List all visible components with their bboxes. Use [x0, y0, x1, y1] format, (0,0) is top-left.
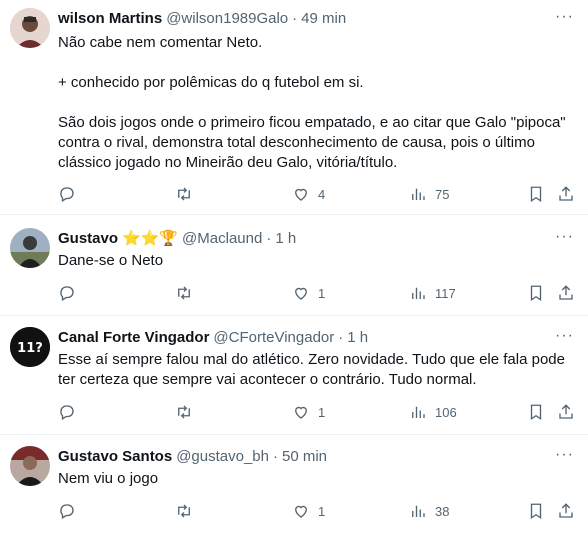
share-icon [559, 285, 573, 300]
author-name[interactable]: wilson Martins [58, 10, 162, 27]
tweet-text: Esse aí sempre falou mal do atlético. Ze… [58, 351, 570, 388]
reply-icon [60, 405, 74, 420]
reply-button[interactable] [58, 401, 84, 423]
views-count: 106 [435, 404, 457, 420]
reply-button[interactable] [58, 183, 84, 205]
bookmark-button[interactable] [527, 500, 545, 522]
separator-dot: · [273, 448, 278, 465]
views-count: 38 [435, 503, 450, 519]
views-count: 75 [435, 186, 450, 202]
views-button[interactable]: 106 [409, 401, 457, 423]
more-icon[interactable]: ··· [555, 445, 574, 465]
heart-icon [295, 287, 307, 300]
retweet-button[interactable] [175, 282, 201, 304]
avatar[interactable] [10, 446, 50, 486]
bookmark-button[interactable] [527, 183, 545, 205]
share-icon [559, 503, 573, 518]
timestamp[interactable]: 1 h [347, 329, 368, 346]
share-button[interactable] [557, 401, 575, 423]
author-name[interactable]: Gustavo [58, 230, 118, 247]
bookmark-icon [530, 404, 542, 421]
like-button[interactable]: 4 [292, 183, 325, 205]
avatar[interactable] [10, 228, 50, 268]
retweet-button[interactable] [175, 500, 201, 522]
heart-icon [295, 406, 307, 419]
author-name[interactable]: Gustavo Santos [58, 448, 172, 465]
reply-button[interactable] [58, 500, 84, 522]
bookmark-button[interactable] [527, 282, 545, 304]
like-button[interactable]: 1 [292, 500, 325, 522]
heart-icon [295, 505, 307, 518]
tweet-header: Gustavo Santos @gustavo_bh · 50 min [58, 447, 327, 467]
tweet-header: Gustavo ⭐⭐🏆 @Maclaund · 1 h [58, 229, 296, 249]
tweet-actions: 1 106 [0, 401, 588, 423]
views-button[interactable]: 117 [409, 282, 456, 304]
like-button[interactable]: 1 [292, 282, 325, 304]
tweet-header: wilson Martins @wilson1989Galo · 49 min [58, 9, 346, 29]
views-button[interactable]: 38 [409, 500, 449, 522]
tweet-text: Não cabe nem comentar Neto. + conhecido … [58, 34, 566, 171]
retweet-icon [178, 187, 190, 201]
tweet[interactable]: 11? Canal Forte Vingador @CForteVingador ·… [0, 317, 588, 435]
retweet-button[interactable] [175, 183, 201, 205]
share-button[interactable] [557, 183, 575, 205]
retweet-icon [178, 405, 190, 419]
svg-text:11?: 11? [17, 341, 43, 356]
tweet-text: Dane-se o Neto [58, 252, 164, 269]
author-handle[interactable]: @wilson1989Galo [166, 10, 288, 27]
tweet-header: Canal Forte Vingador @CForteVingador · 1 h [58, 328, 368, 348]
avatar[interactable]: 11? [10, 327, 50, 367]
tweet[interactable]: Gustavo Santos @gustavo_bh · 50 min ··· Nem… [0, 436, 588, 533]
tweet-text: Nem viu o jogo [58, 470, 159, 487]
retweet-icon [178, 504, 190, 518]
heart-icon [295, 188, 307, 201]
separator-dot: · [292, 10, 298, 27]
reply-icon [60, 504, 74, 519]
share-button[interactable] [557, 282, 575, 304]
name-emojis: ⭐⭐🏆 [122, 230, 179, 247]
views-icon [412, 287, 425, 299]
more-icon[interactable]: ··· [555, 227, 574, 247]
share-button[interactable] [557, 500, 575, 522]
tweet[interactable]: Gustavo ⭐⭐🏆 @Maclaund · 1 h ··· Dane-se o Ne… [0, 216, 588, 316]
like-count: 1 [318, 285, 326, 301]
timestamp[interactable]: 49 min [301, 10, 346, 27]
views-icon [412, 406, 425, 418]
tweet-actions: 1 117 [0, 282, 588, 304]
reply-icon [60, 286, 74, 301]
views-button[interactable]: 75 [409, 183, 449, 205]
reply-icon [60, 187, 74, 202]
tweet-actions: 1 38 [0, 500, 588, 522]
bookmark-button[interactable] [527, 401, 545, 423]
reply-button[interactable] [58, 282, 84, 304]
avatar[interactable] [10, 8, 50, 48]
author-handle[interactable]: @gustavo_bh [176, 448, 269, 465]
like-count: 4 [318, 186, 326, 202]
retweet-button[interactable] [175, 401, 201, 423]
like-count: 1 [318, 503, 326, 519]
share-icon [559, 186, 573, 201]
more-icon[interactable]: ··· [555, 7, 574, 27]
like-count: 1 [318, 404, 326, 420]
views-count: 117 [435, 285, 456, 301]
bookmark-icon [530, 503, 542, 520]
retweet-icon [178, 286, 190, 300]
bookmark-icon [530, 285, 542, 302]
share-icon [559, 404, 573, 419]
like-button[interactable]: 1 [292, 401, 325, 423]
author-handle[interactable]: @Maclaund [182, 230, 262, 247]
more-icon[interactable]: ··· [555, 326, 574, 346]
tweet-actions: 4 75 [0, 183, 588, 205]
separator-dot: · [338, 329, 344, 346]
timestamp[interactable]: 1 h [275, 230, 296, 247]
author-handle[interactable]: @CForteVingador [213, 329, 334, 346]
timestamp[interactable]: 50 min [282, 448, 327, 465]
author-name[interactable]: Canal Forte Vingador [58, 329, 209, 346]
bookmark-icon [530, 186, 542, 203]
views-icon [412, 188, 425, 200]
tweet[interactable]: wilson Martins @wilson1989Galo · 49 min ···… [0, 0, 588, 215]
views-icon [412, 505, 425, 517]
separator-dot: · [266, 230, 272, 247]
